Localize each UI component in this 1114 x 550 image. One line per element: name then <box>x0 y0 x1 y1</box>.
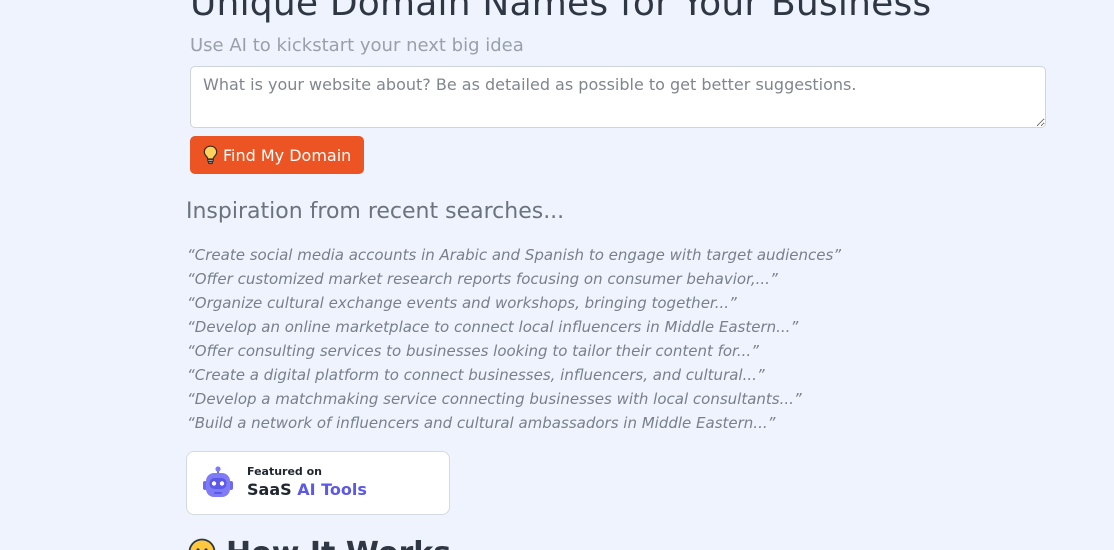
badge-brand-name: SaaS AI Tools <box>247 480 367 499</box>
page-subtitle: Use AI to kickstart your next big idea <box>190 35 524 56</box>
page: Unique Domain Names for Your Business Us… <box>0 0 1114 550</box>
how-it-works-section: How It Works <box>188 538 451 550</box>
recent-searches-list: “Create social media accounts in Arabic … <box>187 243 841 435</box>
page-title: Unique Domain Names for Your Business <box>190 0 932 24</box>
recent-search-item[interactable]: “Develop a matchmaking service connectin… <box>187 387 841 411</box>
inspiration-heading: Inspiration from recent searches... <box>186 199 565 224</box>
badge-featured-label: Featured on <box>247 465 323 478</box>
website-description-input[interactable] <box>190 66 1046 128</box>
recent-search-item[interactable]: “Develop an online marketplace to connec… <box>187 315 841 339</box>
recent-search-item[interactable]: “Build a network of influencers and cult… <box>187 411 841 435</box>
recent-search-item[interactable]: “Organize cultural exchange events and w… <box>187 291 841 315</box>
find-my-domain-button[interactable]: Find My Domain <box>190 136 365 174</box>
lightbulb-icon <box>202 145 219 165</box>
recent-search-item[interactable]: “Create social media accounts in Arabic … <box>187 243 841 267</box>
recent-search-item[interactable]: “Create a digital platform to connect bu… <box>187 363 841 387</box>
emoji-icon <box>188 538 216 550</box>
find-my-domain-label: Find My Domain <box>223 145 352 165</box>
featured-on-saas-ai-tools-badge[interactable]: Featured on SaaS AI Tools <box>186 451 450 515</box>
recent-search-item[interactable]: “Offer customized market research report… <box>187 267 841 291</box>
robot-icon <box>201 466 235 500</box>
recent-search-item[interactable]: “Offer consulting services to businesses… <box>187 339 841 363</box>
how-it-works-heading: How It Works <box>226 538 451 550</box>
